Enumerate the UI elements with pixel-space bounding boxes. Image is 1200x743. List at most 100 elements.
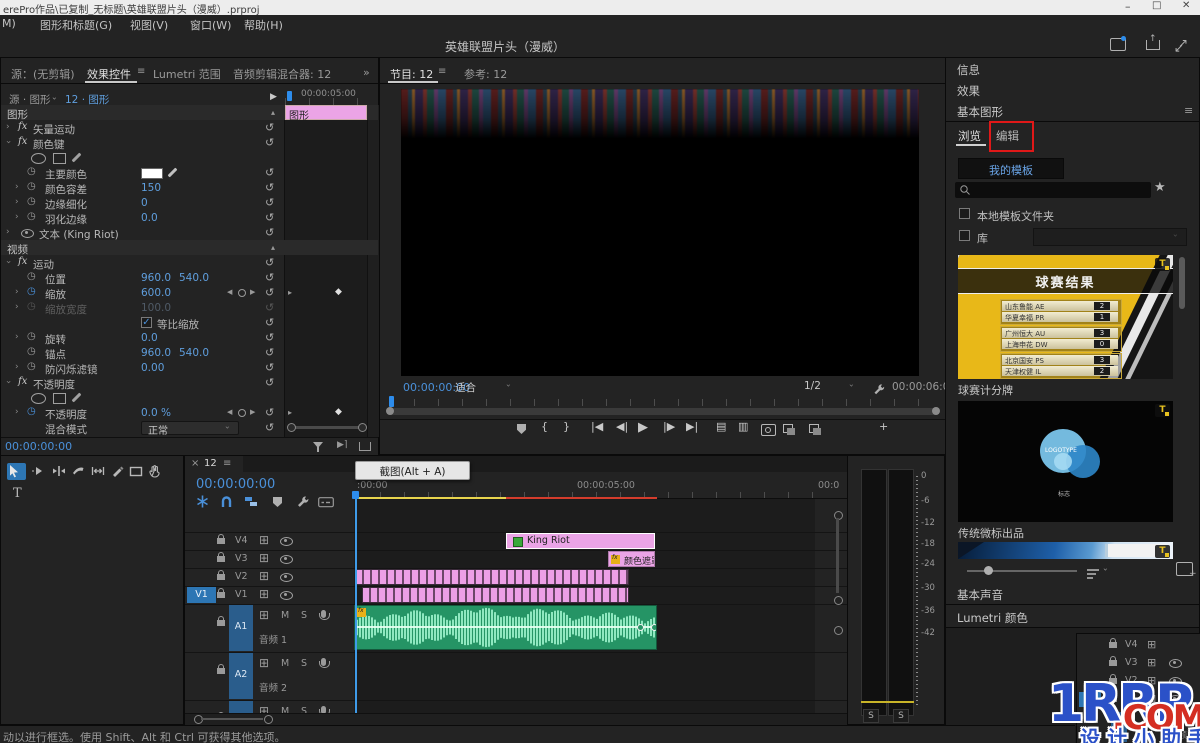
expand-icon[interactable]: › — [15, 407, 19, 417]
library-dropdown[interactable]: › — [1033, 228, 1187, 246]
program-scrollbar[interactable] — [388, 408, 938, 415]
rect-mask-icon[interactable] — [53, 153, 66, 164]
ec-value[interactable]: 960.0 — [141, 347, 171, 359]
reset-icon[interactable]: ↺ — [265, 181, 274, 194]
track-output-icon[interactable]: ⊞ — [259, 587, 269, 601]
tabs-overflow-icon[interactable]: » — [363, 66, 370, 79]
step-back-button[interactable]: ◀| — [616, 420, 628, 433]
stopwatch-icon[interactable]: ◷ — [27, 286, 36, 297]
program-playhead[interactable] — [389, 396, 394, 407]
expand-icon[interactable]: › — [3, 380, 13, 384]
reset-icon[interactable]: ↺ — [265, 421, 274, 434]
lane-hscroll-handle-left[interactable] — [287, 423, 296, 432]
nest-icon[interactable] — [196, 493, 212, 506]
ec-row-旋转[interactable]: ›◷旋转0.0↺ — [1, 330, 367, 345]
vscroll-handle[interactable] — [834, 596, 843, 605]
ec-row-位置[interactable]: ◷位置960.0540.0↺ — [1, 270, 367, 285]
ec-value[interactable]: 0.0 — [141, 332, 158, 344]
ec-value[interactable]: 0.0 % — [141, 407, 171, 419]
templates-scrollbar[interactable] — [1179, 257, 1185, 309]
zoom-dropdown[interactable]: 1/2› — [800, 379, 862, 394]
step-forward-button[interactable]: |▶ — [663, 420, 675, 433]
ec-row-锚点[interactable]: ◷锚点960.0540.0↺ — [1, 345, 367, 360]
track-name-V2[interactable]: V2 — [235, 571, 248, 582]
pen-mask-icon[interactable] — [72, 393, 82, 403]
ec-value[interactable]: 600.0 — [141, 287, 171, 299]
scrollbar-handle-right[interactable] — [932, 407, 940, 415]
solo-button[interactable]: S — [301, 610, 307, 621]
mark-in-button[interactable]: { — [541, 420, 548, 433]
panel-menu-icon[interactable]: ≡ — [223, 458, 231, 469]
reset-icon[interactable]: ↺ — [265, 256, 274, 269]
expand-icon[interactable]: › — [6, 227, 10, 237]
mic-icon[interactable] — [321, 610, 326, 618]
add-marker-button[interactable] — [517, 424, 526, 434]
ellipse-mask-icon[interactable] — [31, 153, 46, 164]
audio-patch-A3[interactable] — [229, 701, 253, 713]
track-output-icon[interactable]: ⊞ — [259, 608, 269, 622]
panel-header-info[interactable]: 信息 — [946, 58, 1199, 80]
wrench-icon[interactable] — [296, 493, 312, 506]
eye-icon[interactable] — [280, 555, 293, 564]
volume-keyframe[interactable] — [637, 624, 644, 631]
vscroll-track[interactable] — [836, 518, 839, 593]
panel-header-essential-sound[interactable]: 基本声音 — [946, 583, 1199, 605]
reset-icon[interactable]: ↺ — [265, 376, 274, 389]
tab-reference[interactable]: 参考: 12 — [464, 66, 507, 82]
menu-item-4[interactable]: 帮助(H) — [244, 17, 283, 33]
checkbox-library[interactable] — [959, 230, 970, 241]
track-output-icon[interactable]: ⊞ — [259, 569, 269, 583]
timeline-playhead-head[interactable] — [352, 491, 359, 499]
checkbox-uniform-scale[interactable]: ✓ — [141, 317, 152, 328]
hscroll-handle-right[interactable] — [264, 715, 273, 724]
ec-value[interactable]: 150 — [141, 182, 161, 194]
menu-item-3[interactable]: 窗口(W) — [190, 17, 231, 33]
stopwatch-icon[interactable]: ◷ — [27, 361, 36, 372]
export-keyframes-icon[interactable] — [359, 442, 371, 451]
track-select-tool[interactable] — [31, 463, 50, 480]
vscroll-handle[interactable] — [834, 626, 843, 635]
eye-icon[interactable] — [21, 229, 34, 238]
tab-close-icon[interactable]: × — [191, 458, 199, 469]
lock-icon[interactable] — [217, 592, 225, 598]
favorites-star-icon[interactable]: ★ — [1154, 180, 1166, 195]
program-ruler[interactable] — [390, 399, 938, 406]
search-input[interactable] — [955, 182, 1151, 198]
track-output-icon[interactable]: ⊞ — [1147, 656, 1156, 669]
hand-tool[interactable] — [148, 463, 167, 480]
solo-button[interactable]: S — [301, 658, 307, 669]
play-button[interactable]: ▶ — [638, 420, 648, 435]
expand-icon[interactable]: › — [15, 362, 19, 372]
volume-keyframe[interactable] — [651, 624, 657, 631]
chevron-down-icon[interactable]: › — [1101, 568, 1110, 571]
ec-row-不透明度[interactable]: ›fx不透明度↺ — [1, 375, 367, 390]
mute-button[interactable]: M — [281, 658, 289, 669]
audio-patch-A1[interactable]: A1 — [229, 605, 253, 651]
ec-row-shapes[interactable] — [1, 390, 367, 405]
ec-value[interactable]: 100.0 — [141, 302, 171, 314]
stopwatch-icon[interactable]: ◷ — [27, 166, 36, 177]
ec-row-羽化边缘[interactable]: ›◷羽化边缘0.0↺ — [1, 210, 367, 225]
track-name-V1[interactable]: V1 — [235, 589, 248, 600]
reset-icon[interactable]: ↺ — [265, 406, 274, 419]
track-output-icon[interactable]: ⊞ — [259, 533, 269, 547]
clip-audio[interactable]: fx — [354, 605, 657, 650]
next-keyframe-icon[interactable]: ▶ — [250, 288, 255, 296]
lock-icon[interactable] — [217, 556, 225, 562]
ellipse-mask-icon[interactable] — [31, 393, 46, 404]
reset-icon[interactable]: ↺ — [265, 196, 274, 209]
timeline-timecode[interactable]: 00:00:00:00 — [196, 477, 275, 492]
ec-value[interactable]: 0 — [141, 197, 148, 209]
reset-icon[interactable]: ↺ — [265, 136, 274, 149]
template-thumb-lower-third[interactable]: T — [958, 542, 1173, 559]
stopwatch-icon[interactable]: ◷ — [27, 406, 36, 417]
panel-menu-icon[interactable]: ≡ — [438, 66, 446, 77]
tab-browse[interactable]: 浏览 — [958, 128, 981, 144]
keyframe-diamond-icon[interactable]: ◆ — [335, 287, 342, 297]
eye-icon[interactable] — [280, 537, 293, 546]
lock-icon[interactable] — [1109, 642, 1117, 648]
ec-row-混合模式[interactable]: 混合模式正常›↺ — [1, 420, 367, 435]
timeline-playhead[interactable] — [355, 498, 357, 713]
menu-item-0[interactable]: M) — [2, 17, 16, 30]
ec-lane-playhead[interactable] — [287, 91, 292, 101]
